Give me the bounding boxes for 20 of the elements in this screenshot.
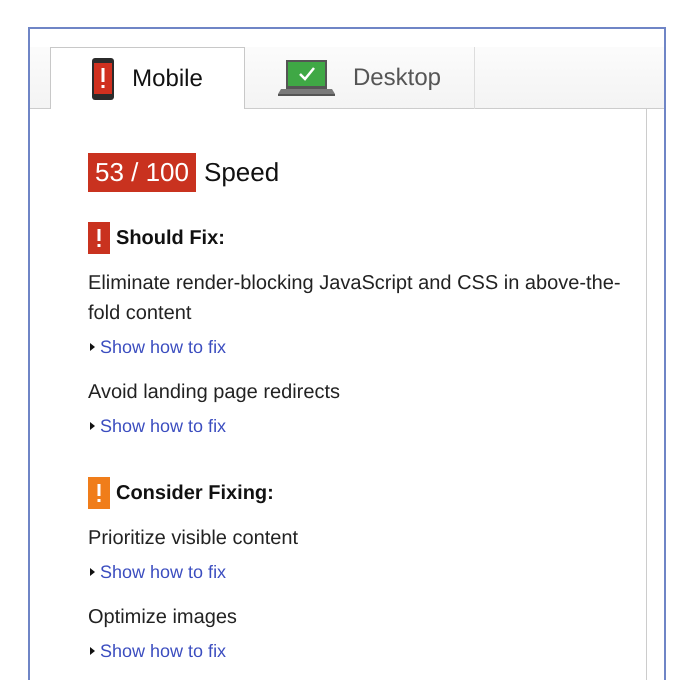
section-heading: Should Fix: bbox=[116, 226, 225, 250]
rule-title: Optimize images bbox=[88, 605, 238, 630]
laptop-icon bbox=[278, 60, 335, 96]
show-how-to-fix-link[interactable]: Show how to fix bbox=[88, 415, 226, 437]
rule-title: Prioritize visible content bbox=[88, 526, 300, 551]
rule-title: Avoid landing page redirects bbox=[88, 380, 342, 405]
score-label: Speed bbox=[204, 157, 280, 188]
phone-icon bbox=[92, 58, 114, 100]
caret-icon bbox=[90, 568, 95, 576]
score-badge: 53 / 100 bbox=[88, 153, 196, 192]
show-how-to-fix-link[interactable]: Show how to fix bbox=[88, 561, 226, 583]
caret-icon bbox=[90, 422, 95, 430]
rule-title: Eliminate render-blocking JavaScript and CSS in above-the-fold content bbox=[88, 271, 622, 326]
section-heading: Consider Fixing: bbox=[116, 482, 274, 504]
tab[interactable]: Desktop bbox=[245, 47, 475, 109]
tab[interactable]: Mobile bbox=[50, 47, 245, 109]
show-how-to-fix-link[interactable]: Show how to fix bbox=[88, 336, 226, 358]
caret-icon bbox=[90, 343, 95, 351]
show-how-to-fix-link[interactable]: Show how to fix bbox=[88, 640, 226, 662]
caret-icon bbox=[90, 647, 95, 655]
